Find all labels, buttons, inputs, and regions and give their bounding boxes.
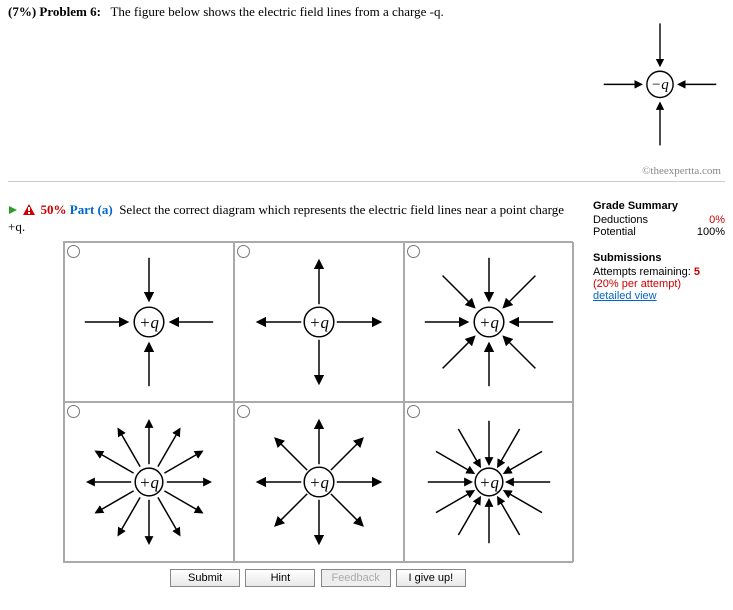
potential-value: 100% [697, 226, 725, 238]
svg-text:+q: +q [309, 313, 329, 332]
part-label: Part (a) [70, 202, 113, 217]
option-radio[interactable] [407, 245, 420, 258]
option-radio[interactable] [237, 405, 250, 418]
warning-icon [23, 203, 35, 219]
option-radio[interactable] [237, 245, 250, 258]
option-cell[interactable]: +q [404, 402, 574, 562]
option-cell[interactable]: +q [234, 402, 404, 562]
attempts-value: 5 [694, 266, 700, 278]
submissions-title: Submissions [593, 252, 725, 264]
deductions-label: Deductions [593, 214, 648, 226]
penalty-text: (20% per attempt) [593, 278, 725, 290]
option-cell[interactable]: +q [404, 242, 574, 402]
watermark: ©theexpertta.com [599, 165, 721, 177]
option-cell[interactable]: +q [64, 402, 234, 562]
grade-summary-title: Grade Summary [593, 200, 725, 212]
option-radio[interactable] [67, 405, 80, 418]
hint-button[interactable]: Hint [245, 569, 315, 587]
problem-label: Problem 6: [39, 4, 101, 19]
option-cell[interactable]: +q [64, 242, 234, 402]
header-diagram: −q [599, 14, 721, 155]
potential-label: Potential [593, 226, 636, 238]
part-header: 50% Part (a) Select the correct diagram … [8, 200, 575, 241]
svg-text:+q: +q [139, 473, 159, 492]
deductions-value: 0% [709, 214, 725, 226]
submit-button[interactable]: Submit [170, 569, 240, 587]
button-row: Submit Hint Feedback I give up! [63, 569, 573, 587]
attempts-label: Attempts remaining: [593, 266, 691, 278]
part-percent: 50% [41, 202, 67, 217]
svg-text:+q: +q [309, 473, 329, 492]
option-radio[interactable] [67, 245, 80, 258]
detailed-view-link[interactable]: detailed view [593, 290, 725, 302]
problem-weight: (7%) [8, 4, 36, 19]
option-radio[interactable] [407, 405, 420, 418]
svg-text:+q: +q [139, 313, 159, 332]
expand-icon [8, 203, 18, 219]
svg-text:+q: +q [479, 473, 499, 492]
svg-text:−q: −q [651, 77, 669, 93]
giveup-button[interactable]: I give up! [396, 569, 466, 587]
feedback-button: Feedback [321, 569, 391, 587]
problem-block: (7%) Problem 6: The figure below shows t… [8, 4, 725, 182]
problem-header: (7%) Problem 6: The figure below shows t… [8, 4, 595, 22]
sidebar: Grade Summary Deductions 0% Potential 10… [575, 200, 725, 302]
svg-text:+q: +q [479, 313, 499, 332]
problem-text: The figure below shows the electric fiel… [110, 4, 443, 19]
option-cell[interactable]: +q [234, 242, 404, 402]
answer-grid: +q +q [63, 241, 573, 563]
